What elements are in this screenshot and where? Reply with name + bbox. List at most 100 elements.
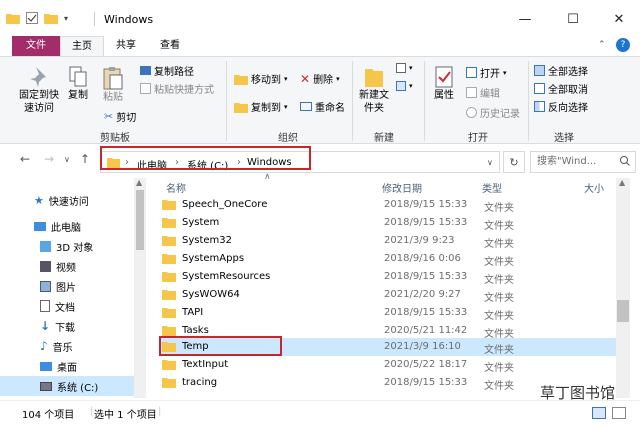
- open-label: 打开: [480, 69, 500, 80]
- nav-scrollbar[interactable]: ▲: [134, 178, 146, 398]
- rename-button[interactable]: 重命名: [300, 99, 345, 114]
- file-type: 文件夹: [484, 257, 514, 268]
- refresh-button[interactable]: ↻: [503, 151, 525, 173]
- nav-scroll-thumb[interactable]: [136, 190, 144, 250]
- new-folder-quick-icon[interactable]: [44, 12, 58, 24]
- copy-to-label: 复制到: [251, 103, 281, 114]
- table-row[interactable]: SystemApps 2018/9/16 0:06 文件夹: [160, 250, 640, 268]
- cube-icon: [40, 240, 51, 252]
- tab-view[interactable]: 查看: [150, 36, 190, 56]
- properties-label: 属性: [434, 90, 454, 101]
- help-icon[interactable]: ?: [616, 38, 630, 52]
- nav-music[interactable]: ♪ 音乐: [0, 336, 134, 356]
- history-button[interactable]: 历史记录: [466, 105, 520, 120]
- properties-button[interactable]: 属性: [430, 65, 458, 102]
- quick-access-dropdown-icon[interactable]: ▾: [64, 14, 68, 23]
- file-type: 文件夹: [484, 363, 514, 374]
- forward-arrow-icon[interactable]: →: [44, 152, 54, 166]
- column-header-size[interactable]: 大小: [584, 180, 604, 195]
- copy-path-button[interactable]: 复制路径: [140, 63, 194, 78]
- new-folder-label: 新建文件夹: [359, 90, 389, 114]
- file-name: SystemApps: [182, 253, 245, 264]
- paste-icon: [103, 67, 123, 90]
- new-item-button[interactable]: ▾: [396, 63, 413, 73]
- file-type: 文件夹: [484, 275, 514, 286]
- search-input[interactable]: 搜索"Wind...: [530, 151, 636, 173]
- file-type: 文件夹: [484, 239, 514, 250]
- easy-access-button[interactable]: ▾: [396, 81, 413, 91]
- ribbon: 固定到快速访问 复制 粘贴 复制路径 粘贴快捷方式 ✂ 剪切 剪贴板 移动到 ▾…: [0, 56, 640, 144]
- select-none-button[interactable]: 全部取消: [534, 81, 588, 96]
- tab-home[interactable]: 主页: [60, 36, 104, 56]
- paste-shortcut-icon: [140, 83, 151, 94]
- recent-dropdown-icon[interactable]: ∨: [64, 155, 70, 164]
- select-group-label: 选择: [554, 133, 574, 144]
- minimize-button[interactable]: —: [514, 8, 536, 30]
- folder-icon: [162, 378, 176, 388]
- paste-shortcut-button[interactable]: 粘贴快捷方式: [140, 81, 214, 96]
- search-placeholder: 搜索"Wind...: [537, 156, 597, 167]
- nav-videos[interactable]: 视频: [0, 256, 134, 276]
- large-icons-view-icon[interactable]: [612, 407, 626, 419]
- copy-to-button[interactable]: 复制到 ▾: [234, 99, 288, 114]
- nav-drive-c[interactable]: 系统 (C:): [0, 376, 134, 396]
- table-row[interactable]: TAPI 2018/9/15 15:33 文件夹: [160, 304, 640, 322]
- nav-quick-access[interactable]: ★ 快速访问: [0, 190, 134, 210]
- nav-downloads[interactable]: ↓ 下载: [0, 316, 134, 336]
- tab-file[interactable]: 文件: [12, 36, 60, 56]
- cut-button[interactable]: ✂ 剪切: [104, 109, 136, 124]
- group-separator: [528, 61, 529, 141]
- file-date: 2018/9/15 15:33: [384, 307, 468, 318]
- ribbon-collapse-icon[interactable]: ⌃: [598, 40, 606, 50]
- group-separator: [352, 61, 353, 141]
- address-dropdown-icon[interactable]: ∨: [487, 158, 493, 167]
- edit-button[interactable]: 编辑: [466, 85, 500, 100]
- invert-selection-button[interactable]: 反向选择: [534, 99, 588, 114]
- table-row[interactable]: SystemResources 2018/9/15 15:33 文件夹: [160, 268, 640, 286]
- table-row[interactable]: System32 2021/3/9 9:23 文件夹: [160, 232, 640, 250]
- up-arrow-icon[interactable]: ↑: [80, 152, 90, 166]
- delete-button[interactable]: ✕ 删除 ▾: [300, 71, 340, 87]
- column-header-name[interactable]: 名称: [166, 180, 186, 195]
- column-header-type[interactable]: 类型: [482, 180, 502, 195]
- scroll-up-icon[interactable]: ▲: [619, 178, 625, 187]
- maximize-button[interactable]: ☐: [562, 8, 584, 30]
- title-bar: ▾ Windows — ☐ ✕: [0, 0, 640, 36]
- properties-check-icon[interactable]: [26, 12, 38, 24]
- paste-button[interactable]: 粘贴: [100, 65, 126, 104]
- easy-access-dropdown-icon: ▾: [409, 82, 413, 90]
- table-row[interactable]: SysWOW64 2021/2/20 9:27 文件夹: [160, 286, 640, 304]
- back-arrow-icon[interactable]: ←: [20, 152, 30, 166]
- details-view-icon[interactable]: [592, 407, 606, 419]
- move-to-button[interactable]: 移动到 ▾: [234, 71, 288, 86]
- tab-share[interactable]: 共享: [106, 36, 146, 56]
- table-row[interactable]: TextInput 2020/5/22 18:17 文件夹: [160, 356, 640, 374]
- table-row[interactable]: Speech_OneCore 2018/9/15 15:33 文件夹: [160, 196, 640, 214]
- new-item-dropdown-icon: ▾: [409, 64, 413, 72]
- column-header-date[interactable]: 修改日期: [382, 180, 422, 195]
- nav-this-pc[interactable]: 此电脑: [0, 216, 134, 236]
- pin-quick-access-button[interactable]: 固定到快速访问: [16, 65, 62, 115]
- folder-icon: [162, 360, 176, 370]
- new-folder-button[interactable]: 新建文件夹: [358, 65, 390, 115]
- table-row[interactable]: System 2018/9/15 15:33 文件夹: [160, 214, 640, 232]
- copy-icon: [69, 66, 87, 87]
- nav-documents[interactable]: 文档: [0, 296, 134, 316]
- nav-label: 此电脑: [51, 222, 81, 234]
- search-icon: [620, 156, 630, 166]
- nav-desktop[interactable]: 桌面: [0, 356, 134, 376]
- file-list-scrollbar[interactable]: ▲: [616, 178, 630, 398]
- file-type: 文件夹: [484, 221, 514, 232]
- nav-3d-objects[interactable]: 3D 对象: [0, 236, 134, 256]
- file-name: System32: [182, 235, 233, 246]
- open-button[interactable]: 打开 ▾: [466, 65, 507, 80]
- close-button[interactable]: ✕: [608, 8, 630, 30]
- pin-quick-access-label: 固定到快速访问: [19, 90, 59, 114]
- star-icon: ★: [34, 193, 44, 207]
- scroll-up-icon[interactable]: ▲: [136, 178, 142, 187]
- rename-label: 重命名: [315, 103, 345, 114]
- nav-pictures[interactable]: 图片: [0, 276, 134, 296]
- file-list-scroll-thumb[interactable]: [617, 300, 629, 322]
- select-all-button[interactable]: 全部选择: [534, 63, 588, 78]
- copy-button[interactable]: 复制: [66, 65, 90, 102]
